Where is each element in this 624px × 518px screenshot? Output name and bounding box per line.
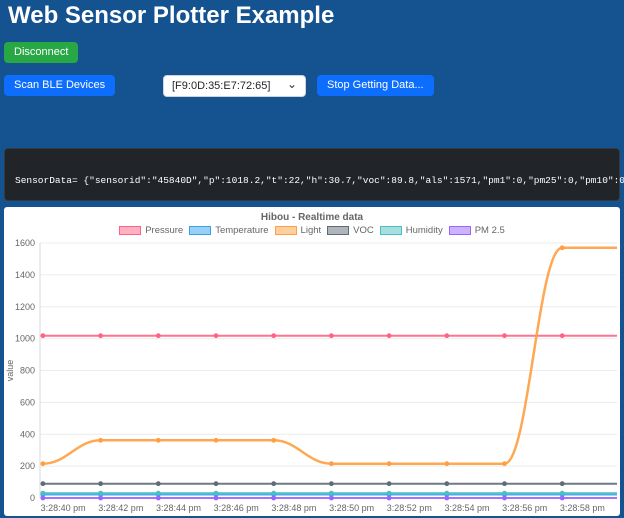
svg-text:1600: 1600 [15,238,35,248]
svg-text:3:28:52 pm: 3:28:52 pm [387,503,432,513]
svg-text:3:28:42 pm: 3:28:42 pm [98,503,143,513]
legend-label: Light [301,225,322,236]
sensor-data-text: SensorData= {"sensorid":"45840D","p":101… [15,175,624,186]
svg-text:1200: 1200 [15,302,35,312]
legend-item[interactable]: Pressure [119,225,183,236]
legend-swatch [380,226,402,235]
device-select[interactable]: [F9:0D:35:E7:72:65] ⌄ [163,75,306,97]
svg-text:1000: 1000 [15,334,35,344]
svg-text:3:28:46 pm: 3:28:46 pm [214,503,259,513]
legend-item[interactable]: Temperature [189,225,268,236]
device-select-value: [F9:0D:35:E7:72:65] [172,80,270,92]
legend-label: Temperature [215,225,268,236]
svg-text:3:28:44 pm: 3:28:44 pm [156,503,201,513]
legend-swatch [189,226,211,235]
svg-text:3:28:48 pm: 3:28:48 pm [271,503,316,513]
legend-label: Humidity [406,225,443,236]
stop-getting-data-button[interactable]: Stop Getting Data... [317,75,434,96]
app-root: Web Sensor Plotter Example Disconnect Sc… [0,0,624,518]
chevron-down-icon: ⌄ [287,80,297,88]
sensor-data-console: SensorData= {"sensorid":"45840D","p":101… [4,148,620,201]
legend-item[interactable]: Light [275,225,322,236]
page-title: Web Sensor Plotter Example [8,2,334,30]
chart-card: 0 200 400 600 800 1000 1200 1400 1600 3:28:40 pm 3… [4,207,620,516]
svg-text:3:28:56 pm: 3:28:56 pm [502,503,547,513]
svg-text:3:28:54 pm: 3:28:54 pm [444,503,489,513]
legend-label: PM 2.5 [475,225,505,236]
svg-text:3:28:50 pm: 3:28:50 pm [329,503,374,513]
legend-swatch [327,226,349,235]
svg-text:200: 200 [20,461,35,471]
svg-text:3:28:58 pm: 3:28:58 pm [560,503,605,513]
legend-label: VOC [353,225,374,236]
disconnect-button[interactable]: Disconnect [4,42,78,63]
svg-text:1400: 1400 [15,270,35,280]
svg-text:800: 800 [20,366,35,376]
svg-text:400: 400 [20,429,35,439]
chart-legend: Pressure Temperature Light VOC Humidity [4,225,620,236]
legend-item[interactable]: VOC [327,225,374,236]
legend-swatch [275,226,297,235]
svg-text:0: 0 [30,493,35,503]
legend-item[interactable]: Humidity [380,225,443,236]
realtime-chart-canvas: 0 200 400 600 800 1000 1200 1400 1600 3:28:40 pm 3… [4,207,620,516]
svg-text:value: value [5,360,15,382]
scan-ble-devices-button[interactable]: Scan BLE Devices [4,75,115,96]
svg-text:600: 600 [20,397,35,407]
chart-title: Hibou - Realtime data [4,212,620,223]
svg-text:3:28:40 pm: 3:28:40 pm [41,503,86,513]
legend-swatch [119,226,141,235]
legend-label: Pressure [145,225,183,236]
legend-item[interactable]: PM 2.5 [449,225,505,236]
legend-swatch [449,226,471,235]
